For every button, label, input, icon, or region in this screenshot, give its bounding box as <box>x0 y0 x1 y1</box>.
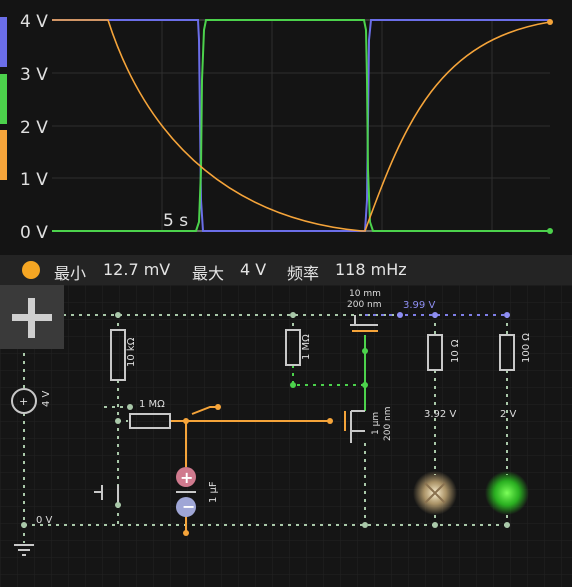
oscilloscope-panel[interactable]: 4 V 3 V 2 V 1 V 0 V 5 s <box>0 0 572 255</box>
node-voltage-led: 2 V <box>500 409 517 420</box>
min-label: 最小 <box>54 264 87 283</box>
max-value: 4 V <box>240 260 267 279</box>
scope-status-bar: 最小 12.7 mV 最大 4 V 频率 118 mHz <box>0 255 572 285</box>
svg-text:+: + <box>180 468 193 487</box>
led[interactable] <box>485 471 529 515</box>
svg-text:+: + <box>19 395 28 408</box>
source-voltage-label: 4 V <box>41 390 52 407</box>
y-tick-label: 2 V <box>20 118 48 138</box>
trace-end-marker <box>547 228 553 234</box>
lamp[interactable] <box>413 471 457 515</box>
ground-voltage-label: 0 V <box>36 515 53 526</box>
circuit-canvas[interactable]: + 4 V 0 V 10 kΩ 1 MΩ + − 1 μF 1 MΩ 10 mm… <box>0 285 572 587</box>
nmos-width-label: 200 nm <box>383 406 393 441</box>
resistor-gate-label: 1 MΩ <box>301 334 312 360</box>
resistor-lamp-label: 10 Ω <box>450 339 461 363</box>
freq-value: 118 mHz <box>335 260 407 279</box>
time-scale-label: 5 s <box>163 211 188 231</box>
trace-tab-blue[interactable] <box>0 17 7 67</box>
trace-end-marker <box>547 19 553 25</box>
scope-plot: 4 V 3 V 2 V 1 V 0 V 5 s <box>0 12 553 243</box>
selected-trace-dot[interactable] <box>22 261 40 279</box>
min-value: 12.7 mV <box>103 260 171 279</box>
nmos-length-label: 1 μm <box>371 412 381 435</box>
pmos-width-label: 200 nm <box>347 300 382 310</box>
resistor-series-label: 1 MΩ <box>139 399 165 410</box>
svg-text:−: − <box>182 497 195 516</box>
node-voltage-lamp: 3.92 V <box>424 409 456 420</box>
y-tick-label: 0 V <box>20 223 48 243</box>
resistor-led-label: 100 Ω <box>521 333 532 363</box>
add-component-button[interactable] <box>0 285 64 349</box>
resistor-10k-label: 10 kΩ <box>126 337 137 367</box>
freq-label: 频率 <box>287 264 320 283</box>
max-label: 最大 <box>192 264 225 283</box>
node-voltage-top: 3.99 V <box>403 300 435 311</box>
pmos-length-label: 10 mm <box>349 289 381 299</box>
y-tick-label: 4 V <box>20 12 48 32</box>
capacitor-label: 1 μF <box>208 481 219 503</box>
trace-tab-green[interactable] <box>0 74 7 124</box>
plus-icon-stroke <box>28 298 35 338</box>
y-tick-label: 3 V <box>20 65 48 85</box>
y-tick-label: 1 V <box>20 170 48 190</box>
trace-tab-orange[interactable] <box>0 130 7 180</box>
